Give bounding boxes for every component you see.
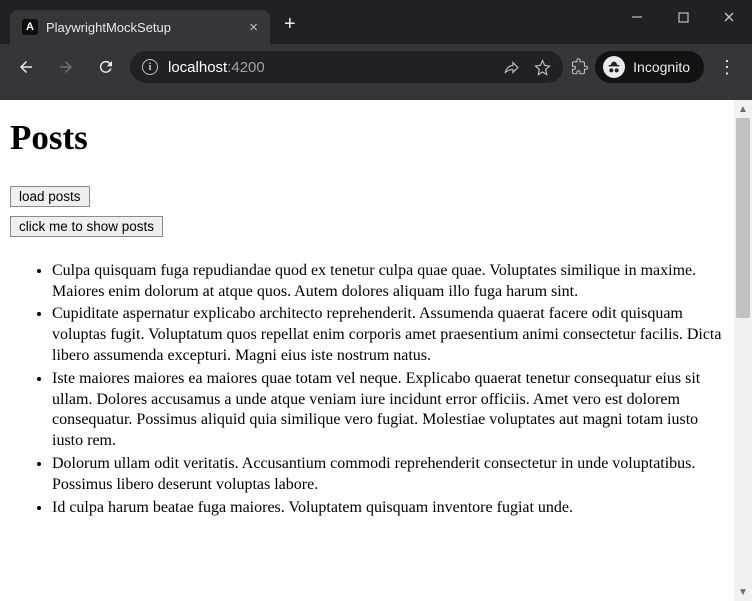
browser-tab[interactable]: A PlaywrightMockSetup ×: [10, 10, 270, 44]
tab-title: PlaywrightMockSetup: [46, 20, 171, 35]
vertical-scrollbar[interactable]: ▲ ▼: [734, 100, 752, 601]
url-host: localhost: [168, 59, 227, 76]
reload-button[interactable]: [90, 51, 122, 83]
tab-favicon: A: [22, 19, 38, 35]
load-posts-button[interactable]: load posts: [10, 186, 90, 207]
minimize-icon[interactable]: [614, 0, 660, 34]
scroll-up-icon[interactable]: ▲: [734, 100, 752, 118]
site-info-icon[interactable]: i: [142, 59, 158, 75]
show-posts-button[interactable]: click me to show posts: [10, 216, 163, 237]
close-tab-icon[interactable]: ×: [249, 20, 258, 35]
page-content: Posts load posts click me to show posts …: [0, 100, 734, 601]
url-text: localhost:4200: [168, 59, 265, 76]
page-title: Posts: [10, 118, 724, 158]
incognito-label: Incognito: [633, 59, 690, 75]
incognito-icon: [603, 56, 625, 78]
forward-button[interactable]: [50, 51, 82, 83]
list-item: Id culpa harum beatae fuga maiores. Volu…: [52, 498, 724, 519]
extensions-icon[interactable]: [571, 58, 587, 76]
list-item: Culpa quisquam fuga repudiandae quod ex …: [52, 261, 724, 303]
url-port: :4200: [227, 59, 265, 76]
close-window-icon[interactable]: [706, 0, 752, 34]
address-bar[interactable]: i localhost:4200: [130, 51, 563, 83]
browser-titlebar: A PlaywrightMockSetup × +: [0, 0, 752, 44]
list-item: Iste maiores maiores ea maiores quae tot…: [52, 369, 724, 452]
scrollbar-thumb[interactable]: [736, 118, 750, 318]
share-icon[interactable]: [503, 59, 520, 76]
list-item: Dolorum ullam odit veritatis. Accusantiu…: [52, 454, 724, 496]
posts-list: Culpa quisquam fuga repudiandae quod ex …: [10, 261, 724, 519]
maximize-icon[interactable]: [660, 0, 706, 34]
scroll-down-icon[interactable]: ▼: [734, 583, 752, 601]
page-viewport: Posts load posts click me to show posts …: [0, 100, 752, 601]
list-item: Cupiditate aspernatur explicabo architec…: [52, 304, 724, 366]
window-controls: [614, 0, 752, 34]
bookmark-icon[interactable]: [534, 59, 551, 76]
menu-button[interactable]: ⋮: [712, 57, 742, 78]
browser-toolbar: i localhost:4200 Incognito ⋮: [0, 44, 752, 90]
back-button[interactable]: [10, 51, 42, 83]
new-tab-button[interactable]: +: [284, 13, 296, 36]
incognito-indicator[interactable]: Incognito: [595, 51, 704, 83]
